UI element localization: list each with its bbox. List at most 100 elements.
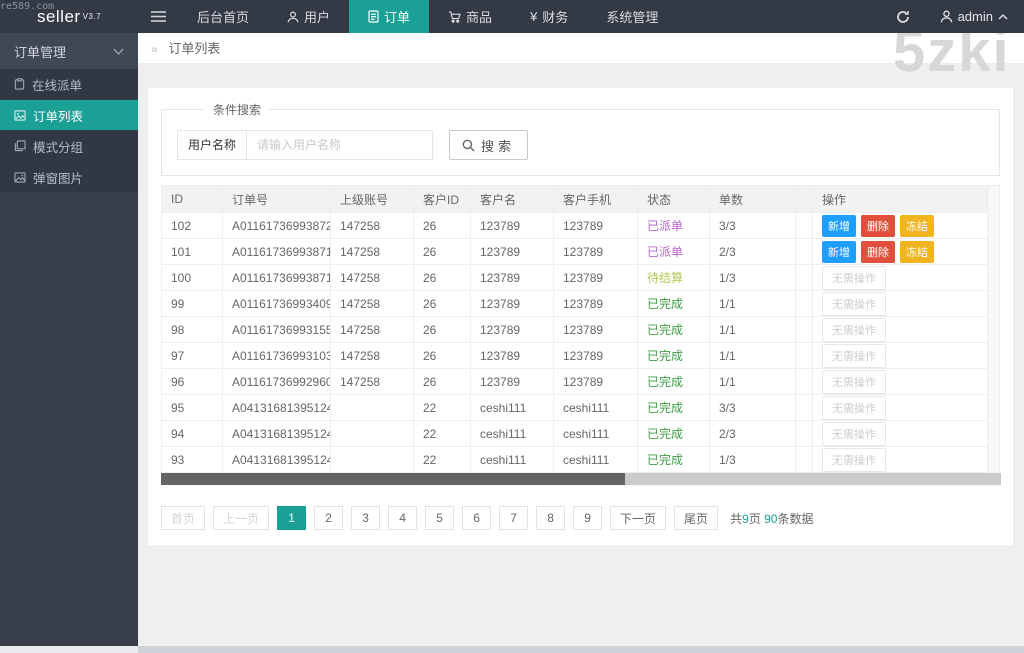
no-operation-label: 无需操作: [822, 422, 886, 446]
status-badge: 已完成: [647, 375, 683, 389]
pagination-page-9[interactable]: 9: [573, 506, 602, 530]
clipboard-icon: [14, 78, 25, 90]
cell-customer_phone: 123789: [554, 317, 638, 343]
cell-customer_phone: 123789: [554, 239, 638, 265]
status-badge: 已派单: [647, 245, 683, 259]
sidebar-item-label: 订单列表: [33, 106, 83, 125]
column-header-7: 单数: [710, 186, 796, 213]
summary-count-unit: 条数据: [777, 512, 813, 526]
pagination-page-8[interactable]: 8: [536, 506, 565, 530]
summary-total-count: 90: [764, 512, 777, 526]
status-badge: 已完成: [647, 297, 683, 311]
pagination: 首页上一页123456789下一页尾页共9页 90条数据: [161, 506, 1000, 530]
sidebar-item-mode-group[interactable]: 模式分组: [0, 131, 138, 162]
cell-count: 1/1: [710, 317, 796, 343]
sidebar-item-popup-image[interactable]: 弹窗图片: [0, 162, 138, 193]
user-icon: [287, 11, 299, 23]
pagination-page-5[interactable]: 5: [425, 506, 454, 530]
cell-spacer: [796, 213, 813, 239]
pagination-page-6[interactable]: 6: [462, 506, 491, 530]
cell-customer_id: 26: [414, 343, 471, 369]
cell-parent_account: 147258: [331, 343, 414, 369]
top-nav-item-orders[interactable]: 订单: [349, 0, 429, 33]
delete-button[interactable]: 删除: [861, 215, 895, 237]
menu-toggle-icon[interactable]: [138, 0, 178, 33]
horizontal-scrollbar-thumb[interactable]: [161, 473, 625, 485]
horizontal-scrollbar[interactable]: [161, 473, 1001, 485]
sidebar-item-label: 弹窗图片: [33, 168, 83, 187]
cell-status: 已派单: [638, 239, 710, 265]
sidebar-item-online-dispatch[interactable]: 在线派单: [0, 69, 138, 100]
top-bar: seller V3.7 后台首页用户订单商品¥财务系统管理 admin: [0, 0, 1024, 33]
cell-customer_id: 26: [414, 239, 471, 265]
cell-count: 2/3: [710, 421, 796, 447]
search-button[interactable]: 搜索: [449, 130, 528, 160]
top-nav-label: 后台首页: [197, 7, 249, 26]
delete-button[interactable]: 删除: [861, 241, 895, 263]
cell-order_no: A01161736993872636: [223, 213, 331, 239]
user-menu[interactable]: admin: [924, 0, 1024, 33]
table-row: 102A011617369938726361472582612378912378…: [162, 213, 989, 239]
cell-count: 1/3: [710, 447, 796, 473]
cell-spacer: [796, 291, 813, 317]
search-row: 用户名称 搜索: [177, 130, 984, 160]
table-row: 100A011617369938713381472582612378912378…: [162, 265, 989, 291]
status-badge: 已完成: [647, 453, 683, 467]
pagination-page-2[interactable]: 2: [314, 506, 343, 530]
column-header-9: 操作: [813, 186, 989, 213]
page-horizontal-scrollbar-thumb[interactable]: [0, 646, 138, 653]
cell-status: 已派单: [638, 213, 710, 239]
pagination-page-4[interactable]: 4: [388, 506, 417, 530]
table-row: 99A0116173699340915114725826123789123789…: [162, 291, 989, 317]
cell-spacer: [796, 421, 813, 447]
cell-spacer: [796, 317, 813, 343]
table-row: 97A0116173699310351214725826123789123789…: [162, 343, 989, 369]
order-table-wrap: ID订单号上级账号客户ID客户名客户手机状态单数操作 102A011617369…: [161, 185, 1000, 485]
add-button[interactable]: 新增: [822, 215, 856, 237]
breadcrumb-separator: »: [151, 42, 158, 56]
page-horizontal-scrollbar[interactable]: [0, 646, 1024, 653]
main-area: » 订单列表 条件搜索 用户名称 搜索 ID订单号上级账号客户ID客户名客户手机…: [138, 33, 1024, 653]
pagination-page-3[interactable]: 3: [351, 506, 380, 530]
top-nav-item-home[interactable]: 后台首页: [178, 0, 268, 33]
freeze-button[interactable]: 冻结: [900, 241, 934, 263]
top-nav-item-system[interactable]: 系统管理: [587, 0, 677, 33]
picture-icon: [14, 172, 26, 183]
search-button-label: 搜索: [481, 136, 515, 155]
no-operation-label: 无需操作: [822, 344, 886, 368]
cell-parent_account: [331, 421, 414, 447]
column-header-spacer: [796, 186, 813, 213]
cell-customer_phone: 123789: [554, 265, 638, 291]
pagination-last[interactable]: 尾页: [674, 506, 718, 530]
cell-id: 98: [162, 317, 223, 343]
cell-id: 94: [162, 421, 223, 447]
sidebar-item-label: 模式分组: [33, 137, 83, 156]
refresh-button[interactable]: [882, 0, 924, 33]
no-operation-label: 无需操作: [822, 396, 886, 420]
username-input[interactable]: [246, 130, 433, 160]
order-table-body: 102A011617369938726361472582612378912378…: [162, 213, 989, 473]
cell-operations: 新增删除冻结: [813, 213, 989, 239]
cell-id: 93: [162, 447, 223, 473]
top-nav-item-finance[interactable]: ¥财务: [511, 0, 587, 33]
order-table: ID订单号上级账号客户ID客户名客户手机状态单数操作 102A011617369…: [161, 185, 989, 473]
cell-status: 已完成: [638, 421, 710, 447]
breadcrumb: » 订单列表: [138, 33, 1024, 64]
cell-order_no: A04131681395124517: [223, 447, 331, 473]
add-button[interactable]: 新增: [822, 241, 856, 263]
sidebar-items: 在线派单订单列表模式分组弹窗图片: [0, 69, 138, 193]
pagination-page-1[interactable]: 1: [277, 506, 306, 530]
vertical-scrollbar[interactable]: [987, 185, 1000, 479]
freeze-button[interactable]: 冻结: [900, 215, 934, 237]
top-nav-item-users[interactable]: 用户: [268, 0, 349, 33]
cell-operations: 无需操作: [813, 369, 989, 395]
cell-count: 3/3: [710, 395, 796, 421]
pagination-next[interactable]: 下一页: [610, 506, 666, 530]
sidebar-group-order-mgmt[interactable]: 订单管理: [0, 33, 138, 69]
cell-status: 已完成: [638, 369, 710, 395]
sidebar-item-order-list[interactable]: 订单列表: [0, 100, 138, 131]
top-nav-item-goods[interactable]: 商品: [429, 0, 511, 33]
cart-icon: [448, 11, 461, 23]
table-row: 96A0116173699296083314725826123789123789…: [162, 369, 989, 395]
pagination-page-7[interactable]: 7: [499, 506, 528, 530]
